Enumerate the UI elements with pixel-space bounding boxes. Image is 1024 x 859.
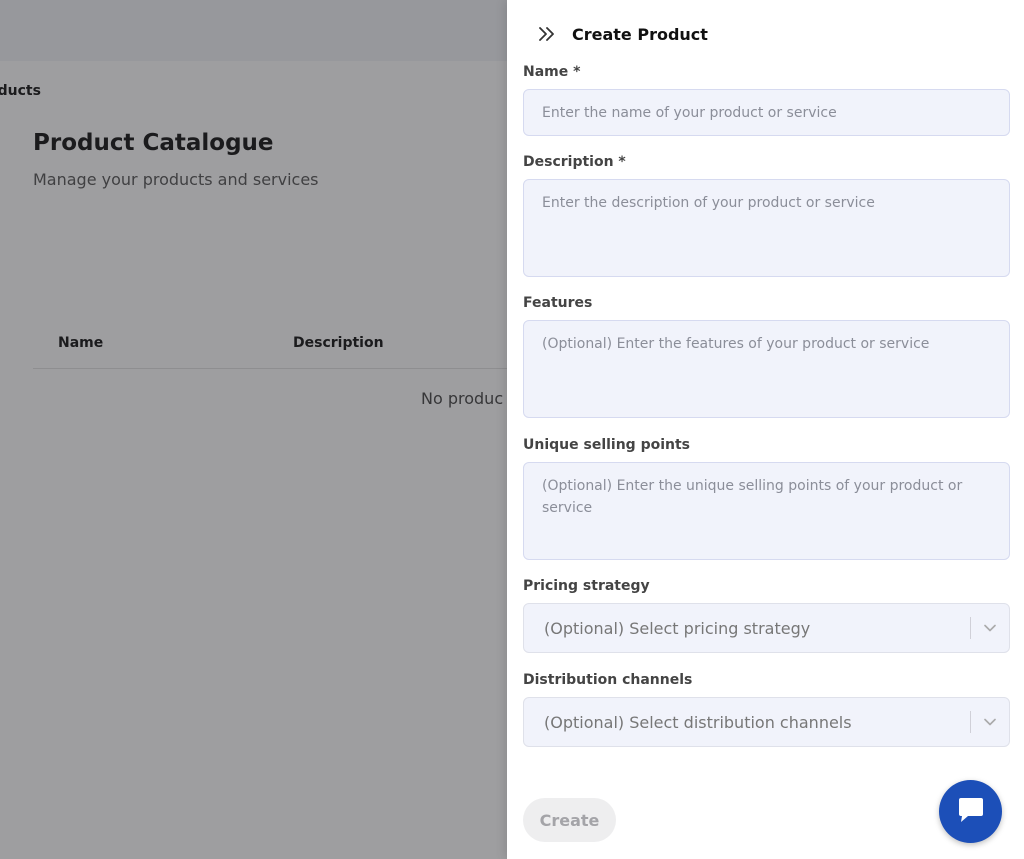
pricing-strategy-placeholder: (Optional) Select pricing strategy <box>544 618 811 638</box>
name-label: Name * <box>523 64 581 80</box>
double-chevron-right-icon[interactable] <box>534 22 560 46</box>
usp-label: Unique selling points <box>523 437 691 453</box>
description-textarea[interactable] <box>524 180 1009 276</box>
pricing-strategy-label: Pricing strategy <box>523 578 650 594</box>
features-label: Features <box>523 295 593 311</box>
chat-launcher-button[interactable] <box>939 780 1002 843</box>
chevron-down-icon[interactable] <box>971 624 1009 632</box>
name-input[interactable] <box>524 90 1009 135</box>
features-textarea[interactable] <box>524 321 1009 417</box>
distribution-channels-label: Distribution channels <box>523 672 693 688</box>
description-label: Description * <box>523 154 626 170</box>
create-button[interactable]: Create <box>523 798 616 842</box>
features-field-wrapper <box>523 320 1010 418</box>
chevron-down-icon[interactable] <box>971 718 1009 726</box>
drawer-header: Create Product <box>534 22 708 46</box>
create-product-drawer: Create Product Name * Description * Feat… <box>507 0 1024 859</box>
usp-textarea[interactable] <box>524 463 1009 559</box>
usp-field-wrapper <box>523 462 1010 560</box>
description-field-wrapper <box>523 179 1010 277</box>
name-field-wrapper <box>523 89 1010 136</box>
chat-bubble-icon <box>955 795 987 829</box>
drawer-title: Create Product <box>572 24 708 44</box>
distribution-channels-select[interactable]: (Optional) Select distribution channels <box>523 697 1010 747</box>
distribution-channels-placeholder: (Optional) Select distribution channels <box>544 712 852 732</box>
pricing-strategy-select[interactable]: (Optional) Select pricing strategy <box>523 603 1010 653</box>
